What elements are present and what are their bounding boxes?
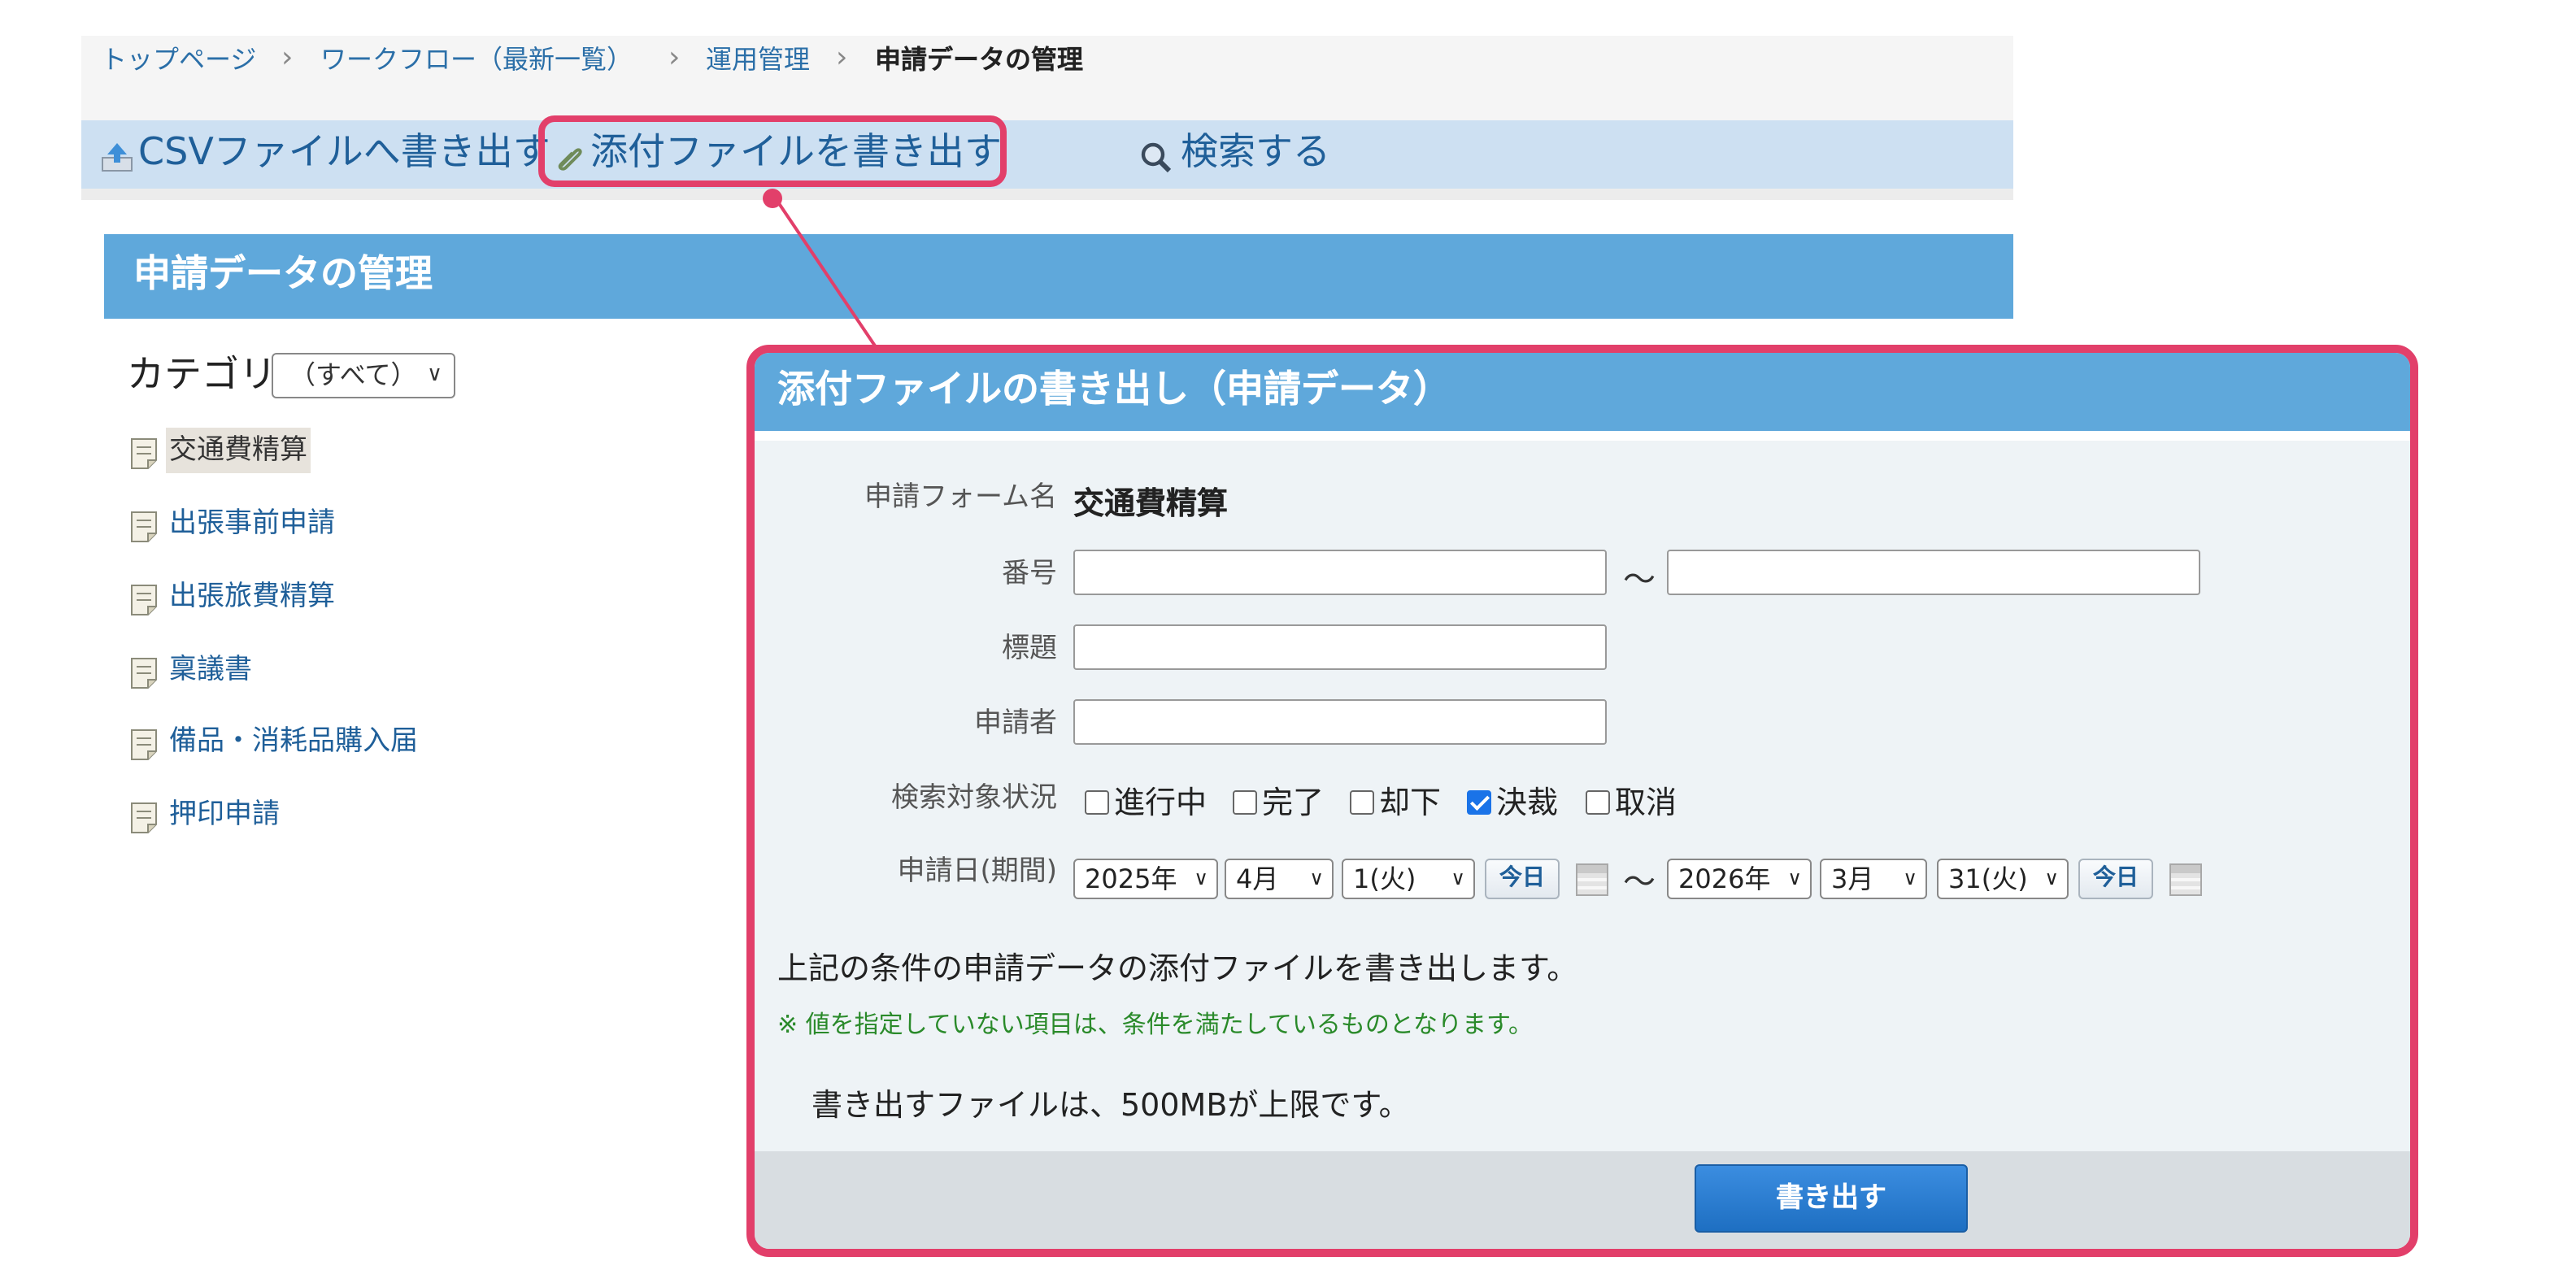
page: トップページ › ワークフロー（最新一覧） › 運用管理 › 申請データの管理 … [0,0,2576,1283]
form-name-value: 交通費精算 [1073,486,1229,522]
date-to-month-select[interactable]: 3月 ∨ [1820,859,1927,899]
status-option-label: 進行中 [1114,785,1208,821]
applicant-label: 申請者 [974,707,1057,740]
dialog-title: 添付ファイルの書き出し（申請データ） [777,369,1451,411]
calendar-icon[interactable] [2169,863,2202,896]
csv-export-button[interactable]: CSVファイルへ書き出す [138,128,550,177]
checkbox-box [1085,790,1109,815]
chevron-down-icon: ∨ [426,363,442,387]
applicant-input[interactable] [1073,699,1607,745]
chevron-down-icon: ∨ [1787,867,1802,889]
breadcrumb-separator-icon: › [668,41,681,75]
category-label: カテゴリ [127,354,276,397]
callout-dot [763,189,782,208]
checkbox-box [1586,790,1610,815]
checkbox-checked-icon [1467,790,1491,815]
form-item-label: 出張旅費精算 [169,581,335,613]
form-item-label: 押印申請 [169,798,280,831]
subject-input[interactable] [1073,624,1607,670]
chevron-down-icon: ∨ [1194,867,1208,889]
dialog-note: ※ 値を指定していない項目は、条件を満たしているものとなります。 [777,1010,1533,1039]
status-option-label: 完了 [1262,785,1325,821]
status-approved-checkbox[interactable]: 決裁 [1467,784,1558,823]
file-size-limit-text: 書き出すファイルは、500MBが上限です。 [812,1088,1410,1124]
form-item-label: 出張事前申請 [169,507,335,540]
form-item-label: 稟議書 [169,654,252,686]
chevron-down-icon: ∨ [1309,867,1324,889]
breadcrumb-current: 申請データの管理 [875,44,1084,75]
dialog-description: 上記の条件の申請データの添付ファイルを書き出します。 [777,951,1578,987]
date-range-separator: ～ [1623,862,1656,901]
status-option-label: 却下 [1379,785,1442,821]
page-title: 申請データの管理 [133,254,433,296]
document-icon [131,729,157,760]
date-from-day-select[interactable]: 1(火) ∨ [1342,859,1475,899]
number-range-separator: ～ [1623,559,1656,598]
number-label: 番号 [1002,558,1057,590]
chevron-down-icon: ∨ [1451,867,1465,889]
select-value: 2026年 [1678,863,1771,894]
form-item-label: 備品・消耗品購入届 [169,725,418,758]
date-to-year-select[interactable]: 2026年 ∨ [1667,859,1812,899]
select-value: 4月 [1236,863,1279,894]
document-icon [131,438,157,469]
dialog-header-divider [755,431,2410,441]
document-icon [131,511,157,542]
date-from-year-select[interactable]: 2025年 ∨ [1073,859,1218,899]
date-range-label: 申請日(期間) [897,855,1057,888]
date-to-today-button[interactable]: 今日 [2078,859,2153,899]
select-value: 31(火) [1948,863,2028,894]
callout-highlight [538,115,1007,187]
page-heading: 申請データの管理 [104,234,2013,319]
form-item-label: 交通費精算 [166,428,311,473]
toolbar: CSVファイルへ書き出す 添付ファイルを書き出す 検索する [81,120,2013,189]
search-icon [1141,142,1172,173]
toolbar-divider [81,189,2013,200]
date-from-today-button[interactable]: 今日 [1485,859,1560,899]
number-to-input[interactable] [1667,550,2200,595]
status-label: 検索対象状況 [891,782,1057,815]
export-button[interactable]: 書き出す [1695,1164,1968,1233]
subject-label: 標題 [1002,633,1057,665]
breadcrumb: トップページ › ワークフロー（最新一覧） › 運用管理 › 申請データの管理 [81,36,2013,120]
status-completed-checkbox[interactable]: 完了 [1233,784,1324,823]
date-from-month-select[interactable]: 4月 ∨ [1225,859,1334,899]
checkbox-box [1350,790,1374,815]
status-in-progress-checkbox[interactable]: 進行中 [1085,784,1207,823]
status-option-label: 決裁 [1496,785,1559,821]
document-icon [131,802,157,833]
category-select-value: （すべて） [289,359,417,390]
select-value: 3月 [1831,863,1874,894]
document-icon [131,658,157,689]
status-rejected-checkbox[interactable]: 却下 [1350,784,1441,823]
breadcrumb-top-page[interactable]: トップページ [101,44,256,76]
form-name-label: 申請フォーム名 [864,481,1057,514]
checkbox-box [1233,790,1257,815]
chevron-down-icon: ∨ [1903,867,1917,889]
category-select[interactable]: （すべて） ∨ [272,353,455,398]
dialog-header: 添付ファイルの書き出し（申請データ） [755,353,2410,431]
select-value: 1(火) [1353,863,1416,894]
number-from-input[interactable] [1073,550,1607,595]
breadcrumb-separator-icon: › [281,41,294,75]
select-value: 2025年 [1085,863,1177,894]
calendar-icon[interactable] [1576,863,1608,896]
attachment-export-dialog: 添付ファイルの書き出し（申請データ） 申請フォーム名 交通費精算 番号 ～ 標題… [746,345,2418,1257]
dialog-footer: 書き出す [755,1151,2410,1249]
status-option-label: 取消 [1615,785,1677,821]
chevron-down-icon: ∨ [2044,867,2059,889]
document-icon [131,585,157,615]
breadcrumb-separator-icon: › [836,41,848,75]
status-cancelled-checkbox[interactable]: 取消 [1586,784,1677,823]
breadcrumb-workflow[interactable]: ワークフロー（最新一覧） [320,44,633,76]
upload-icon [102,143,133,172]
breadcrumb-admin[interactable]: 運用管理 [706,44,810,76]
date-to-day-select[interactable]: 31(火) ∨ [1937,859,2069,899]
search-button[interactable]: 検索する [1181,128,1330,177]
